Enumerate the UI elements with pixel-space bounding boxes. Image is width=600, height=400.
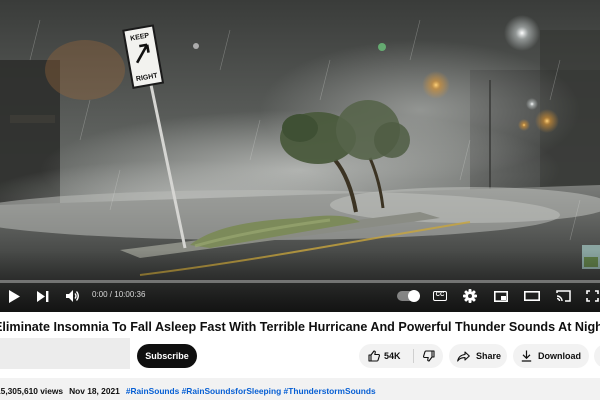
upload-date: Nov 18, 2021 [69,386,120,396]
theater-mode-button[interactable] [523,286,541,306]
fullscreen-icon [585,290,599,302]
volume-icon [66,290,79,302]
next-icon [37,290,49,302]
share-icon [457,350,470,362]
time-total: 10:00:36 [114,290,146,299]
share-button[interactable]: Share [449,344,507,368]
description-line: 15,305,610 views Nov 18, 2021 #RainSounds … [0,386,376,396]
theater-mode-icon [524,291,540,301]
thumbs-up-icon [368,350,380,362]
share-label: Share [476,351,502,361]
subtitles-icon[interactable]: CC [433,291,447,301]
cast-button[interactable] [554,286,572,306]
video-title: Eliminate Insomnia To Fall Asleep Fast W… [0,320,600,334]
cc-label: CC [435,292,445,298]
thumbs-down-icon [422,350,435,362]
autoplay-knob [408,290,420,302]
fullscreen-button[interactable] [584,286,600,306]
play-icon [9,289,20,303]
page: KEEP RIGHT 0:00 / 10:00:36 CC Eliminate … [0,0,600,400]
miniplayer-icon [494,290,508,302]
like-button[interactable]: 54K [359,344,413,368]
time-display: 0:00 / 10:00:36 [92,290,145,299]
like-dislike-group: 54K [359,344,443,368]
miniplayer-button[interactable] [493,286,509,306]
dislike-button[interactable] [414,344,443,368]
progress-bar[interactable] [0,280,600,283]
time-current: 0:00 [92,290,108,299]
cast-icon [555,290,571,302]
hashtags[interactable]: #RainSounds #RainSoundsforSleeping #Thun… [126,386,376,396]
channel-info[interactable] [0,338,130,369]
download-label: Download [538,351,581,361]
play-button[interactable] [6,286,22,306]
view-count: 15,305,610 views [0,386,64,396]
settings-button[interactable] [462,286,478,306]
download-icon [521,350,532,362]
autoplay-toggle[interactable] [397,290,420,302]
download-button[interactable]: Download [513,344,589,368]
video-player[interactable]: KEEP RIGHT 0:00 / 10:00:36 CC [0,0,600,312]
settings-icon [463,289,477,303]
next-button[interactable] [35,286,51,306]
more-actions-button[interactable] [594,344,600,368]
volume-button[interactable] [65,286,81,306]
subscribe-button[interactable]: Subscribe [137,344,197,368]
like-count: 54K [384,351,401,361]
